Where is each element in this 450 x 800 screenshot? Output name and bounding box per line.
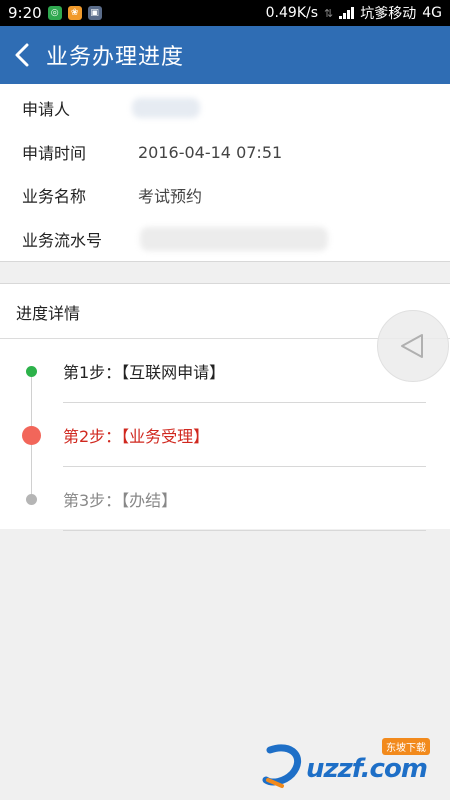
floating-back-button[interactable]	[377, 310, 449, 382]
step-current-icon	[22, 426, 41, 445]
serial-number-row: 业务流水号	[0, 217, 450, 261]
triangle-left-icon	[401, 334, 423, 358]
step-label: 第1步：【互联网申请】	[63, 363, 226, 382]
page-title: 业务办理进度	[46, 45, 185, 70]
progress-details: 进度详情 第1步：【互联网申请】 第2步：【业务受理】 第3步：【办结】	[0, 283, 450, 531]
status-bar: 9:20 ◎ ❀ ▣ 0.49K/s ⇅ 坑爹移动 4G	[0, 0, 450, 26]
watermark-brand: uzzf.com	[306, 754, 428, 784]
divider	[63, 530, 426, 531]
carrier-name: 坑爹移动	[360, 6, 417, 22]
step-label: 第2步：【业务受理】	[63, 427, 210, 446]
logo-swoosh-icon	[262, 744, 301, 788]
back-button[interactable]	[0, 26, 44, 84]
app-header: 业务办理进度	[0, 26, 450, 84]
redacted-serial-number	[140, 227, 328, 251]
app-notification-icon: ❀	[67, 6, 82, 20]
business-name-label: 业务名称	[22, 187, 87, 206]
watermark-tag: 东坡下载	[382, 738, 430, 755]
progress-step-2: 第2步：【业务受理】	[0, 403, 450, 467]
network-speed: 0.49K/s	[265, 5, 319, 21]
step-pending-icon	[26, 494, 37, 505]
progress-step-3: 第3步：【办结】	[0, 467, 450, 531]
applicant-row: 申请人	[0, 86, 450, 130]
data-transfer-icon: ⇅	[324, 6, 334, 20]
serial-number-label: 业务流水号	[22, 231, 103, 250]
apply-time-label: 申请时间	[22, 144, 87, 163]
apply-time-value: 2016-04-14 07:51	[138, 142, 283, 162]
app-notification-icon: ◎	[47, 6, 62, 20]
step-done-icon	[26, 366, 37, 377]
network-type: 4G	[422, 5, 442, 21]
redacted-applicant	[132, 98, 200, 118]
signal-strength-icon	[339, 7, 355, 19]
status-time: 9:20	[8, 4, 42, 22]
apply-time-row: 申请时间 2016-04-14 07:51	[0, 130, 450, 174]
app-notification-icon: ▣	[87, 6, 102, 20]
application-info: 申请人 申请时间 2016-04-14 07:51 业务名称 考试预约 业务流水…	[0, 84, 450, 262]
watermark-logo: 东坡下载 uzzf.com	[262, 736, 442, 792]
applicant-label: 申请人	[22, 100, 71, 119]
progress-title: 进度详情	[16, 304, 81, 323]
step-label: 第3步：【办结】	[63, 491, 178, 510]
chevron-left-icon	[15, 43, 29, 67]
business-name-value: 考试预约	[138, 187, 203, 206]
business-name-row: 业务名称 考试预约	[0, 173, 450, 217]
